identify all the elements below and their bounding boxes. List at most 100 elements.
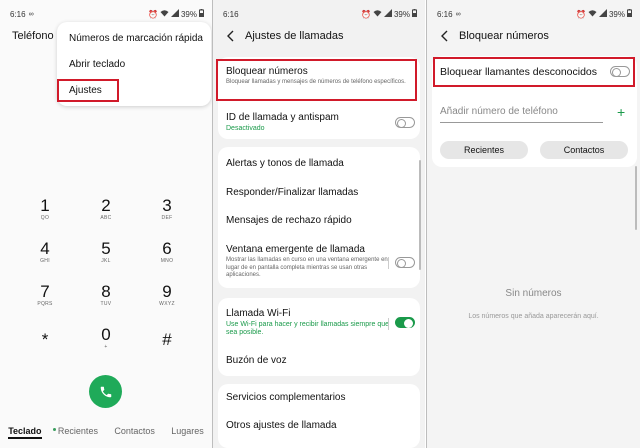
key-1[interactable]: 1 QO <box>15 196 75 223</box>
key-digit: # <box>162 330 172 349</box>
key-6[interactable]: 6 MNO <box>137 239 197 266</box>
key-digit: * <box>41 330 49 349</box>
quick-reject-item[interactable]: Mensajes de rechazo rápido <box>226 215 412 226</box>
battery-level: 39% <box>393 9 410 19</box>
key-digit: 7 <box>40 282 50 301</box>
battery-icon <box>412 9 417 19</box>
call-settings-panel: 6:16 ⏰ 39% Ajustes de llamadas Bloquear … <box>213 0 425 448</box>
back-arrow-icon[interactable] <box>225 30 237 42</box>
key-letters: GHI <box>40 258 50 264</box>
battery-level: 39% <box>180 9 197 19</box>
infinity-icon: ∞ <box>455 10 461 18</box>
status-time: 6:16 <box>437 9 453 19</box>
toggle-separator <box>388 318 389 330</box>
key-letters <box>15 349 75 357</box>
settings-card-wifi: Llamada Wi-Fi Use Wi-Fi para hacer y rec… <box>218 298 420 376</box>
caller-id-status: Desactivado <box>226 125 265 132</box>
call-button[interactable] <box>89 375 122 408</box>
key-8[interactable]: 8 TUV <box>76 282 136 309</box>
key-letters: WXYZ <box>159 301 175 307</box>
key-7[interactable]: 7 PQRS <box>15 282 75 309</box>
status-bar: 6:16 ∞ ⏰ 39% <box>10 8 204 20</box>
alarm-icon: ⏰ <box>148 9 158 19</box>
key-digit: 8 <box>101 282 111 301</box>
alarm-icon: ⏰ <box>361 9 371 19</box>
supplementary-item[interactable]: Servicios complementarios <box>226 392 412 403</box>
tab-keypad[interactable]: Teclado <box>8 426 42 439</box>
key-4[interactable]: 4 GHI <box>15 239 75 266</box>
highlight-block-unknown <box>433 57 635 87</box>
popup-item[interactable]: Ventana emergente de llamada Mostrar las… <box>226 244 390 280</box>
status-bar: 6:16 ∞ ⏰ 39% <box>437 8 632 20</box>
key-0[interactable]: 0 + <box>76 325 136 352</box>
popup-toggle[interactable] <box>395 257 415 268</box>
key-star[interactable]: * <box>15 330 75 357</box>
scrollbar[interactable] <box>419 160 421 270</box>
block-numbers-panel: 6:16 ∞ ⏰ 39% Bloquear números Bloquear l… <box>427 0 640 448</box>
scrollbar[interactable] <box>635 166 637 230</box>
alarm-icon: ⏰ <box>576 9 586 19</box>
answer-end-item[interactable]: Responder/Finalizar llamadas <box>226 187 412 198</box>
key-digit: 0 <box>101 325 111 344</box>
contacts-button[interactable]: Contactos <box>540 141 628 159</box>
add-number-input[interactable]: Añadir número de teléfono <box>440 106 629 117</box>
key-2[interactable]: 2 ABC <box>76 196 136 223</box>
input-underline <box>440 122 603 123</box>
key-letters: QO <box>40 215 50 221</box>
key-3[interactable]: 3 DEF <box>137 196 197 223</box>
key-digit: 2 <box>101 196 111 215</box>
popup-desc: Mostrar las llamadas en curso en una ven… <box>226 257 388 278</box>
settings-card-calls: Alertas y tonos de llamada Responder/Fin… <box>218 147 420 288</box>
tab-recents[interactable]: Recientes <box>58 426 98 439</box>
phone-icon <box>100 386 111 397</box>
key-hash[interactable]: # <box>137 330 197 357</box>
battery-level: 39% <box>608 9 625 19</box>
status-bar: 6:16 ⏰ 39% <box>223 8 417 20</box>
menu-item-open-keypad[interactable]: Abrir teclado <box>69 59 125 70</box>
alerts-item[interactable]: Alertas y tonos de llamada <box>226 158 412 169</box>
key-digit: 6 <box>162 239 172 258</box>
recents-button[interactable]: Recientes <box>440 141 528 159</box>
wifi-icon <box>160 9 169 19</box>
wifi-calling-item[interactable]: Llamada Wi-Fi Use Wi-Fi para hacer y rec… <box>226 308 390 337</box>
status-time: 6:16 <box>10 9 26 19</box>
signal-icon <box>383 9 392 19</box>
wifi-calling-toggle[interactable] <box>395 317 415 328</box>
key-letters: MNO <box>160 258 174 264</box>
phone-dialer-panel: 6:16 ∞ ⏰ 39% Teléfono Números de marcaci… <box>0 0 212 448</box>
menu-item-speed-dial[interactable]: Números de marcación rápida <box>69 33 203 44</box>
key-letters: TUV <box>100 301 112 307</box>
tab-contacts[interactable]: Contactos <box>114 426 155 439</box>
bottom-tab-bar: Teclado Recientes Contactos Lugares <box>0 426 212 439</box>
voicemail-item[interactable]: Buzón de voz <box>226 355 412 366</box>
empty-state-subtitle: Los números que añada aparecerán aquí. <box>468 313 599 320</box>
key-9[interactable]: 9 WXYZ <box>137 282 197 309</box>
menu-item-settings[interactable]: Ajustes <box>57 79 119 102</box>
empty-state-title: Sin números <box>505 288 562 299</box>
key-letters: + <box>104 344 108 350</box>
key-digit: 3 <box>162 196 172 215</box>
tab-places[interactable]: Lugares <box>171 426 204 439</box>
wifi-calling-label: Llamada Wi-Fi <box>226 308 291 319</box>
caller-id-item[interactable]: ID de llamada y antispam Desactivado <box>226 112 412 133</box>
overflow-menu: Números de marcación rápida Abrir teclad… <box>57 22 211 106</box>
key-letters: PQRS <box>37 301 53 307</box>
key-letters: ABC <box>100 215 112 221</box>
back-arrow-icon[interactable] <box>439 30 451 42</box>
caller-id-label: ID de llamada y antispam <box>226 112 339 123</box>
other-settings-item[interactable]: Otros ajustes de llamada <box>226 420 412 431</box>
add-plus-icon[interactable]: + <box>617 104 625 120</box>
key-digit: 5 <box>101 239 111 258</box>
status-time: 6:16 <box>223 9 239 19</box>
key-digit: 4 <box>40 239 50 258</box>
signal-icon <box>170 9 179 19</box>
key-5[interactable]: 5 JKL <box>76 239 136 266</box>
battery-icon <box>627 9 632 19</box>
caller-id-toggle[interactable] <box>395 117 415 128</box>
page-title: Bloquear números <box>459 30 549 42</box>
header: Ajustes de llamadas <box>225 30 343 42</box>
key-letters: DEF <box>161 215 173 221</box>
app-title: Teléfono <box>12 30 54 42</box>
infinity-icon: ∞ <box>28 10 34 18</box>
page-title: Ajustes de llamadas <box>245 30 344 42</box>
